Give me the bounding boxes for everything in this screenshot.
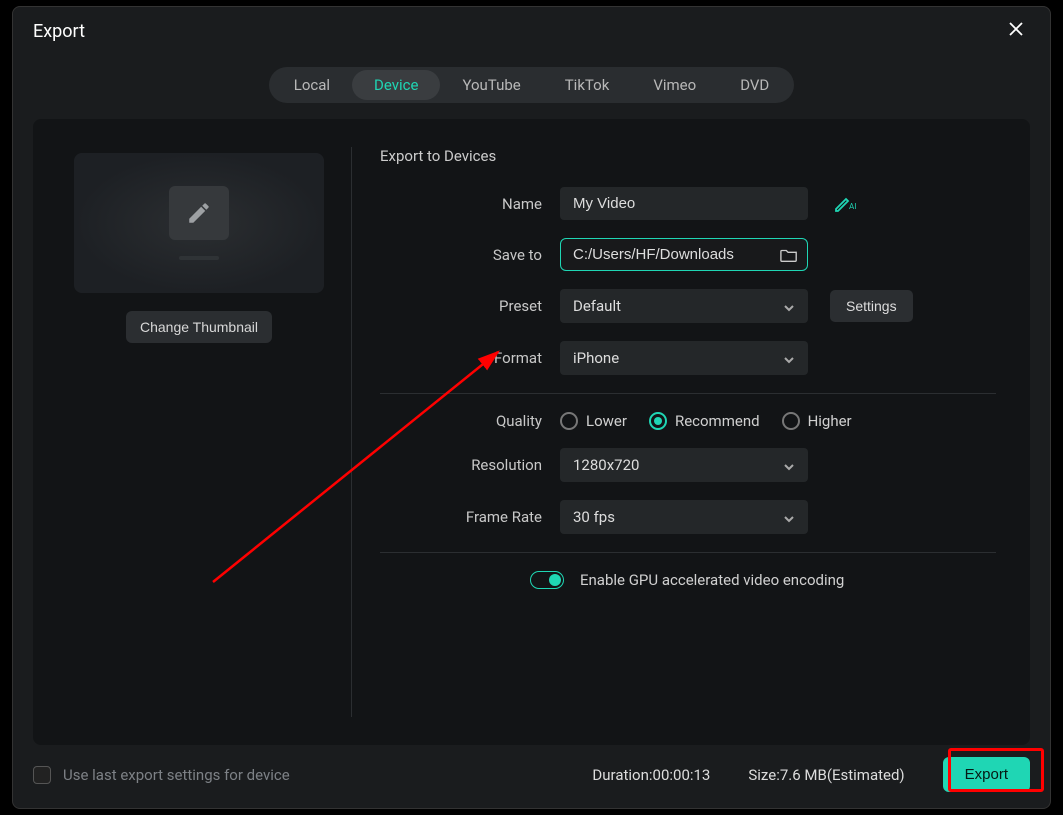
tab-local[interactable]: Local bbox=[272, 70, 352, 100]
radio-icon bbox=[782, 412, 800, 430]
format-value: iPhone bbox=[573, 349, 619, 367]
radio-icon bbox=[649, 412, 667, 430]
tabs: Local Device YouTube TikTok Vimeo DVD bbox=[269, 67, 795, 103]
export-button[interactable]: Export bbox=[943, 757, 1030, 792]
change-thumbnail-button[interactable]: Change Thumbnail bbox=[126, 311, 272, 343]
name-label: Name bbox=[380, 195, 560, 213]
gpu-label: Enable GPU accelerated video encoding bbox=[580, 571, 844, 589]
preset-select[interactable]: Default bbox=[560, 289, 808, 323]
format-row: Format iPhone bbox=[380, 341, 996, 375]
gpu-row: Enable GPU accelerated video encoding bbox=[380, 571, 996, 589]
format-label: Format bbox=[380, 349, 560, 367]
framerate-value: 30 fps bbox=[573, 508, 615, 526]
thumbnail-preview[interactable] bbox=[74, 153, 324, 293]
quality-radio-group: Lower Recommend Higher bbox=[560, 412, 852, 430]
divider bbox=[380, 552, 996, 553]
saveto-row: Save to bbox=[380, 238, 996, 271]
gpu-toggle[interactable] bbox=[530, 571, 564, 589]
chevron-down-icon bbox=[783, 459, 795, 471]
thumbnail-column: Change Thumbnail bbox=[67, 147, 352, 717]
radio-icon bbox=[560, 412, 578, 430]
content-panel: Change Thumbnail Export to Devices Name … bbox=[33, 119, 1030, 745]
tabs-container: Local Device YouTube TikTok Vimeo DVD bbox=[13, 55, 1050, 109]
preset-label: Preset bbox=[380, 297, 560, 315]
name-row: Name AI bbox=[380, 187, 996, 220]
form-column: Export to Devices Name AI Save to Pre bbox=[352, 147, 996, 717]
name-input[interactable] bbox=[560, 187, 808, 220]
radio-label: Lower bbox=[586, 412, 627, 430]
resolution-row: Resolution 1280x720 bbox=[380, 448, 996, 482]
quality-lower[interactable]: Lower bbox=[560, 412, 627, 430]
size-text: Size:7.6 MB(Estimated) bbox=[748, 766, 904, 784]
dialog-header: Export bbox=[13, 7, 1050, 55]
radio-label: Higher bbox=[808, 412, 852, 430]
framerate-row: Frame Rate 30 fps bbox=[380, 500, 996, 534]
last-settings-label: Use last export settings for device bbox=[63, 766, 580, 784]
quality-higher[interactable]: Higher bbox=[782, 412, 852, 430]
tab-vimeo[interactable]: Vimeo bbox=[631, 70, 718, 100]
svg-text:AI: AI bbox=[849, 202, 856, 211]
radio-label: Recommend bbox=[675, 412, 760, 430]
close-icon bbox=[1008, 21, 1024, 42]
resolution-label: Resolution bbox=[380, 456, 560, 474]
thumbnail-bar bbox=[179, 256, 219, 260]
quality-recommend[interactable]: Recommend bbox=[649, 412, 760, 430]
saveto-label: Save to bbox=[380, 246, 560, 264]
tab-dvd[interactable]: DVD bbox=[718, 70, 791, 100]
saveto-input[interactable] bbox=[560, 238, 808, 271]
quality-row: Quality Lower Recommend Higher bbox=[380, 412, 996, 430]
resolution-value: 1280x720 bbox=[573, 456, 639, 474]
edit-icon bbox=[169, 186, 229, 240]
resolution-select[interactable]: 1280x720 bbox=[560, 448, 808, 482]
quality-label: Quality bbox=[380, 412, 560, 430]
chevron-down-icon bbox=[783, 511, 795, 523]
export-dialog: Export Local Device YouTube TikTok Vimeo… bbox=[12, 6, 1051, 809]
divider bbox=[380, 393, 996, 394]
tab-youtube[interactable]: YouTube bbox=[440, 70, 542, 100]
dialog-title: Export bbox=[33, 21, 85, 42]
chevron-down-icon bbox=[783, 352, 795, 364]
tab-device[interactable]: Device bbox=[352, 70, 440, 100]
ai-pencil-icon[interactable]: AI bbox=[834, 195, 858, 213]
preset-value: Default bbox=[573, 297, 621, 315]
preset-row: Preset Default Settings bbox=[380, 289, 996, 323]
last-settings-checkbox[interactable] bbox=[33, 766, 51, 784]
tab-tiktok[interactable]: TikTok bbox=[543, 70, 632, 100]
framerate-select[interactable]: 30 fps bbox=[560, 500, 808, 534]
close-button[interactable] bbox=[1002, 17, 1030, 45]
format-select[interactable]: iPhone bbox=[560, 341, 808, 375]
section-title: Export to Devices bbox=[380, 147, 996, 165]
footer-bar: Use last export settings for device Dura… bbox=[13, 757, 1050, 808]
duration-text: Duration:00:00:13 bbox=[592, 766, 710, 784]
folder-icon[interactable] bbox=[780, 247, 798, 263]
settings-button[interactable]: Settings bbox=[830, 290, 913, 322]
chevron-down-icon bbox=[783, 300, 795, 312]
framerate-label: Frame Rate bbox=[380, 508, 560, 526]
